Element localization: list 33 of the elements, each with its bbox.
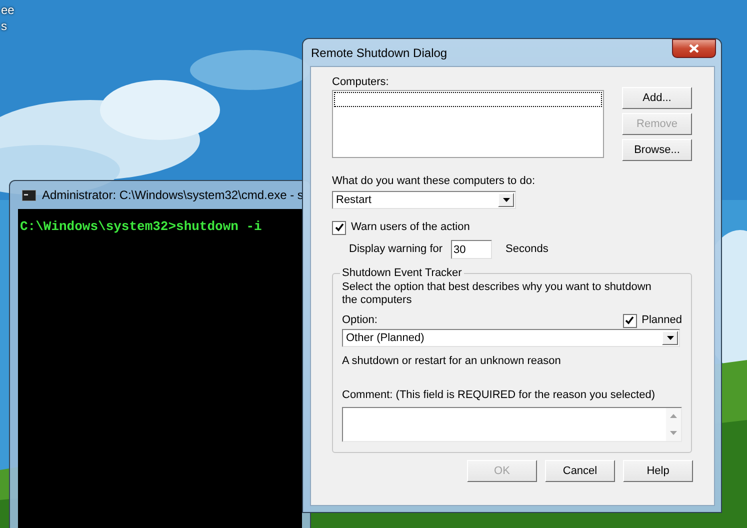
checkbox[interactable] [332, 220, 346, 234]
description-text: Select the option that best describes why you want to shutdown the computers [342, 281, 652, 307]
desktop-icon-label[interactable]: ee [1, 2, 14, 18]
side-button[interactable]: Add... [622, 87, 692, 109]
reason-text: A shutdown or restart for an unknown reason [342, 354, 562, 369]
side-button[interactable]: Browse... [622, 139, 692, 161]
seconds-field[interactable]: 30 [450, 240, 492, 259]
computer-list[interactable] [332, 90, 604, 158]
console-line: C:\Windows\system32>shutdown -i [20, 219, 263, 234]
field-label: Comment: (This field is REQUIRED for the reason you selected) [342, 388, 656, 403]
group-title: Shutdown Event Tracker [341, 267, 463, 279]
caret-icon [666, 336, 674, 340]
checkbox-label: Planned [642, 313, 682, 328]
field-label: Display warning for [349, 242, 443, 257]
scrollbar[interactable] [666, 408, 681, 441]
window-title: Remote Shutdown Dialog [310, 46, 448, 60]
checkbox-label: Warn users of the action [351, 220, 470, 235]
close-button[interactable] [672, 39, 716, 58]
unit-label: Seconds [506, 242, 548, 257]
dialog-button[interactable]: Cancel [545, 460, 615, 482]
console-icon [22, 190, 36, 200]
dialog-button[interactable]: Help [623, 460, 693, 482]
field-label: Computers: [332, 75, 390, 90]
action-dropdown[interactable]: Restart [332, 191, 516, 209]
field-label: Option: [342, 313, 378, 328]
option-dropdown[interactable]: Other (Planned) [342, 329, 680, 347]
field-label: What do you want these computers to do: [332, 174, 536, 189]
caret-icon [502, 198, 510, 202]
comment-field[interactable] [342, 407, 682, 442]
close-icon [689, 44, 699, 53]
desktop-icon-label[interactable]: s [1, 18, 14, 34]
checkbox[interactable] [622, 314, 637, 328]
scroll-down-icon[interactable] [670, 430, 677, 435]
